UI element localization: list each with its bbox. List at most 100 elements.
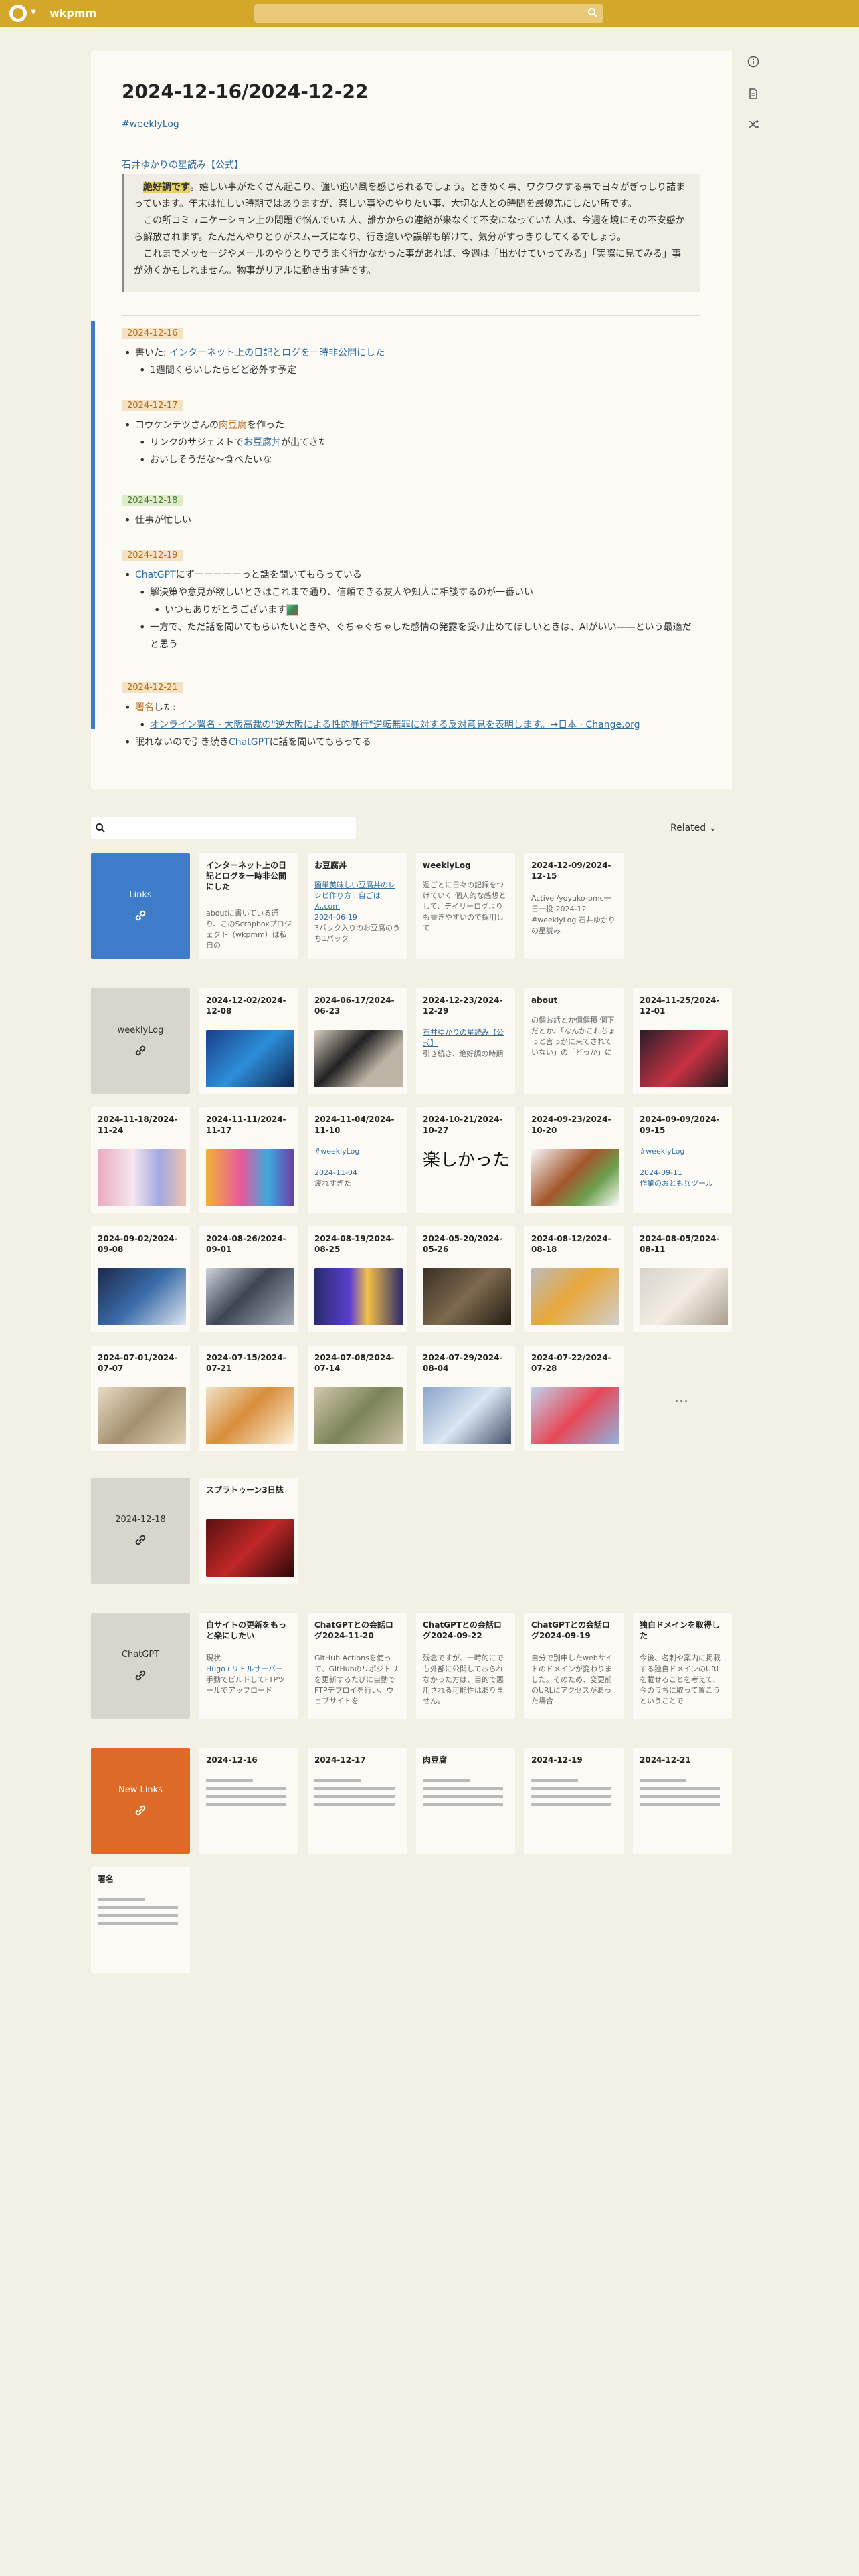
link[interactable]: 肉豆腐	[219, 420, 247, 431]
thumbnail-image	[206, 1149, 294, 1206]
shuffle-icon[interactable]	[745, 116, 761, 132]
related-card[interactable]: about の個お話とか個個積 個下だとか、「なんかこれちょっと言っかに来てされ…	[524, 988, 624, 1094]
thumbnail-image	[423, 1387, 511, 1444]
list-item: いつもありがとうございます	[122, 601, 697, 619]
related-card[interactable]: weeklyLog 週ごとに日々の記録をつけていく 個人的な感想として、デイリー…	[416, 853, 515, 959]
thumbnail-image	[314, 1030, 403, 1087]
related-card[interactable]: 2024-08-26/2024-09-01	[199, 1226, 298, 1332]
related-card[interactable]: ChatGPTとの会話ログ2024-11-20 GitHub Actionsを使…	[308, 1613, 407, 1719]
project-logo-icon[interactable]	[9, 5, 27, 22]
related-sort-button[interactable]: Related ⌄	[670, 823, 717, 833]
list-item: 解決策や意見が欲しいときはこれまで通り、信頼できる友人や知人に相談するのが一番い…	[122, 584, 697, 601]
hub-chatgpt[interactable]: ChatGPT	[91, 1613, 190, 1719]
related-card[interactable]: 2024-07-22/2024-07-28	[524, 1346, 624, 1451]
hub-new-links[interactable]: New Links	[91, 1748, 190, 1854]
list-item: 署名した:	[122, 699, 640, 716]
list-item: 1週間くらいしたらビど必外す予定	[122, 362, 385, 379]
related-card[interactable]: 2024-11-18/2024-11-24	[91, 1107, 190, 1213]
related-card[interactable]: 自サイトの更新をもっと楽にしたい 現状 Hugo+リトルサーバー 手動でビルドしてF…	[199, 1613, 298, 1719]
date-tag[interactable]: 2024-12-18	[122, 495, 183, 506]
related-card[interactable]: 2024-11-04/2024-11-10 #weeklyLog 2024-11-…	[308, 1107, 407, 1213]
related-card[interactable]: 2024-07-08/2024-07-14	[308, 1346, 407, 1451]
list-item: おいしそうだな〜食べたいな	[122, 451, 328, 469]
thumbnail-image	[640, 1030, 728, 1087]
thumbnail-image	[98, 1387, 186, 1444]
link-icon	[135, 1045, 146, 1055]
related-card[interactable]: 2024-09-09/2024-09-15 #weeklyLog 2024-09-…	[633, 1107, 732, 1213]
date-tag[interactable]: 2024-12-19	[122, 550, 183, 561]
link[interactable]: 署名	[135, 702, 154, 713]
related-card[interactable]: 2024-12-09/2024-12-15 Active /yoyuko-pmc…	[524, 853, 624, 959]
hub-2024-12-18[interactable]: 2024-12-18	[91, 1478, 190, 1584]
search-icon	[96, 823, 105, 833]
thumbnail-image	[640, 1268, 728, 1325]
date-tag[interactable]: 2024-12-17	[122, 400, 183, 411]
chevron-down-icon[interactable]: ▼	[31, 9, 36, 16]
date-tag[interactable]: 2024-12-16	[122, 328, 183, 339]
related-card[interactable]: 2024-11-25/2024-12-01	[633, 988, 732, 1094]
day-section: 2024-12-17 コウケンテツさんの肉豆腐を作った リンクのサジェストでお豆…	[122, 400, 328, 469]
project-title[interactable]: wkpmm	[50, 7, 96, 19]
related-card[interactable]: スプラトゥーン3日誌	[199, 1478, 298, 1584]
search-input[interactable]	[254, 4, 603, 23]
link[interactable]: ChatGPT	[135, 570, 176, 580]
related-card[interactable]: 2024-09-23/2024-10-20	[524, 1107, 624, 1213]
more-button[interactable]: ...	[674, 1390, 688, 1406]
related-card[interactable]: 2024-05-20/2024-05-26	[416, 1226, 515, 1332]
link[interactable]: ChatGPT	[229, 737, 270, 748]
related-card[interactable]: ChatGPTとの会話ログ2024-09-19 自分で別申したwebサイトのドメ…	[524, 1613, 624, 1719]
quote-line1: 。嬉しい事がたくさん起こり、強い追い風を感じられるでしょう。ときめく事、ワクワク…	[134, 182, 686, 209]
related-card[interactable]: ChatGPTとの会話ログ2024-09-22 残念ですが、一時的にでも外部に公…	[416, 1613, 515, 1719]
new-link-card[interactable]: 肉豆腐	[416, 1748, 515, 1854]
hub-weeklylog[interactable]: weeklyLog	[91, 988, 190, 1094]
related-card[interactable]: 2024-06-17/2024-06-23	[308, 988, 407, 1094]
list-item: ChatGPTにずーーーーーっと話を聞いてもらっている	[122, 566, 697, 584]
related-filter-input[interactable]	[91, 817, 356, 839]
related-card[interactable]: お豆腐丼 簡単美味しい豆腐丼のレシピ作り方 : 自ごはん.com 2024-06-…	[308, 853, 407, 959]
new-link-card[interactable]: 2024-12-19	[524, 1748, 624, 1854]
related-card[interactable]: 2024-08-19/2024-08-25	[308, 1226, 407, 1332]
new-link-card[interactable]: 2024-12-21	[633, 1748, 732, 1854]
thumbnail-image	[206, 1268, 294, 1325]
related-card[interactable]: 2024-11-11/2024-11-17	[199, 1107, 298, 1213]
top-navbar: ▼ wkpmm	[0, 0, 859, 27]
quote-line2: この所コミュニケーション上の問題で悩んでいた人、誰かからの連絡が来なくて不安にな…	[134, 215, 685, 243]
new-link-card[interactable]: 2024-12-17	[308, 1748, 407, 1854]
date-tag[interactable]: 2024-12-21	[122, 682, 183, 693]
new-link-card[interactable]: 2024-12-16	[199, 1748, 298, 1854]
related-card[interactable]: 2024-08-05/2024-08-11	[633, 1226, 732, 1332]
related-card[interactable]: 2024-10-21/2024-10-27 楽しかった	[416, 1107, 515, 1213]
thumbnail-image	[531, 1149, 619, 1206]
related-card[interactable]: 独自ドメインを取得した 今後、名刺や案内に掲載する独自ドメインのURLを載せるこ…	[633, 1613, 732, 1719]
link[interactable]: インターネット上の日記とログを一時非公開にした	[169, 348, 385, 358]
search-icon[interactable]	[587, 7, 598, 18]
thumbnail-image	[98, 1149, 186, 1206]
related-card[interactable]: インターネット上の日記とログを一時非公開にした aboutに書いている通り、この…	[199, 853, 298, 959]
related-card[interactable]: 2024-09-02/2024-09-08	[91, 1226, 190, 1332]
list-item: オンライン署名 · 大阪高裁の"逆大阪による性的暴行"逆転無罪に対する反対意見を…	[122, 716, 640, 734]
thumbnail-image	[98, 1268, 186, 1325]
quote-line3: これまでメッセージやメールのやりとりでうまく行かなかった事があれば、今週は「出か…	[134, 249, 682, 276]
divider	[122, 315, 700, 316]
page-content: 2024-12-16/2024-12-22 #weeklyLog 石井ゆかりの星…	[91, 51, 732, 789]
document-icon[interactable]	[745, 86, 761, 102]
link[interactable]: お豆腐丼	[244, 437, 281, 448]
thumbnail-image	[206, 1519, 294, 1577]
horoscope-link[interactable]: 石井ゆかりの星読み【公式】	[122, 158, 244, 171]
related-card[interactable]: 2024-07-29/2024-08-04	[416, 1346, 515, 1451]
thumbnail-image	[531, 1387, 619, 1444]
day-section: 2024-12-16 書いた: インターネット上の日記とログを一時非公開にした …	[122, 328, 385, 379]
related-card[interactable]: 2024-12-02/2024-12-08	[199, 988, 298, 1094]
horoscope-quote: 絶好調です。嬉しい事がたくさん起こり、強い追い風を感じられるでしょう。ときめく事…	[122, 174, 700, 292]
emoji-image	[286, 604, 298, 616]
hashtag-link[interactable]: #weeklyLog	[122, 119, 179, 130]
thumbnail-image	[423, 1268, 511, 1325]
related-card[interactable]: 2024-08-12/2024-08-18	[524, 1226, 624, 1332]
hub-links[interactable]: Links	[91, 853, 190, 959]
related-card[interactable]: 2024-07-15/2024-07-21	[199, 1346, 298, 1451]
related-card[interactable]: 2024-12-23/2024-12-29 石井ゆかりの星読み【公式】 引き続き、…	[416, 988, 515, 1094]
related-card[interactable]: 2024-07-01/2024-07-07	[91, 1346, 190, 1451]
info-icon[interactable]	[745, 53, 761, 70]
external-link[interactable]: オンライン署名 · 大阪高裁の"逆大阪による性的暴行"逆転無罪に対する反対意見を…	[150, 720, 640, 730]
new-link-card[interactable]: 署名	[91, 1867, 190, 1973]
